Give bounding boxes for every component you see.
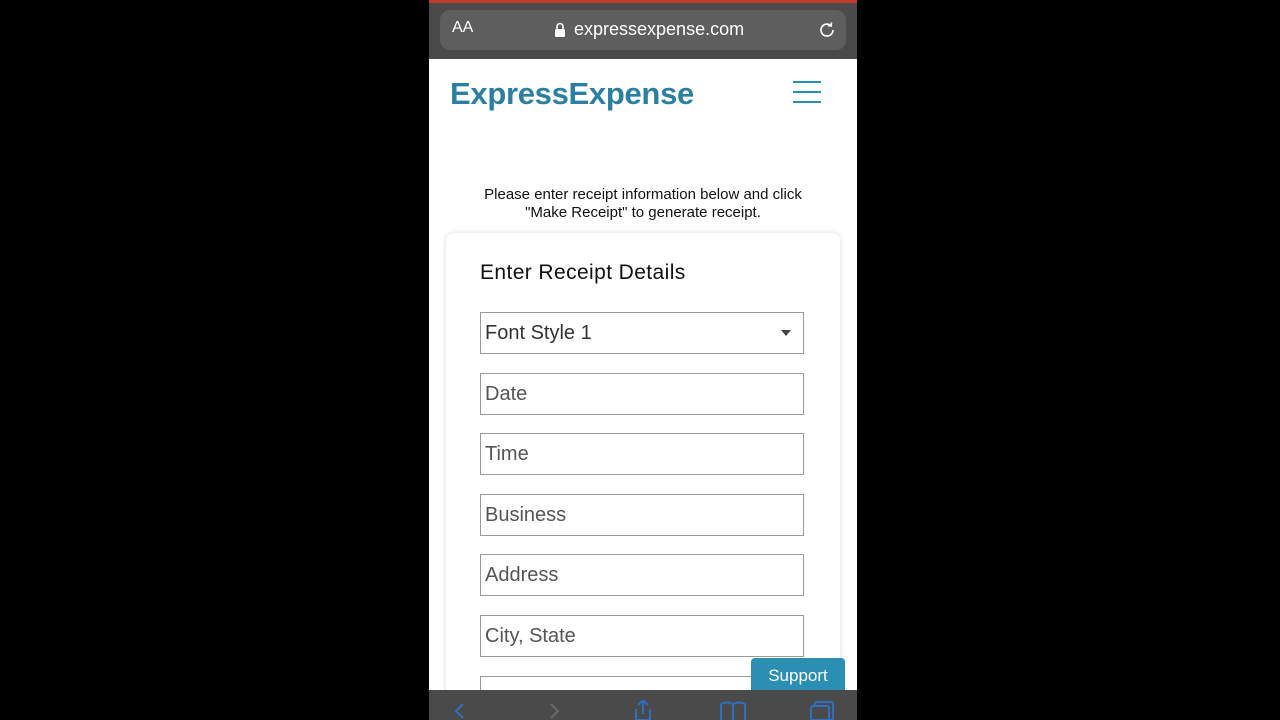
reload-icon[interactable] (817, 20, 837, 40)
date-field[interactable] (480, 373, 804, 415)
tabs-icon[interactable] (809, 700, 837, 720)
address-bar[interactable]: AA expressexpense.com (440, 10, 846, 50)
intro-line-2: "Make Receipt" to generate receipt. (525, 204, 761, 221)
url-text[interactable]: expressexpense.com (574, 19, 744, 40)
font-style-value: Font Style 1 (485, 322, 592, 344)
browser-chrome: AA expressexpense.com (429, 3, 857, 59)
back-arrow-icon[interactable] (453, 700, 467, 720)
site-logo[interactable]: ExpressExpense (450, 76, 694, 112)
lock-icon (555, 22, 565, 37)
bookmarks-icon[interactable] (719, 700, 747, 720)
city-state-input[interactable] (481, 616, 803, 656)
address-input[interactable] (481, 555, 803, 595)
business-field[interactable] (480, 494, 804, 536)
business-input[interactable] (481, 495, 803, 535)
phone-screen: AA expressexpense.com ExpressExpense Ple… (429, 0, 857, 720)
date-input[interactable] (481, 374, 803, 414)
intro-line-1: Please enter receipt information below a… (484, 186, 802, 203)
hamburger-menu-icon[interactable] (793, 81, 823, 105)
text-size-label: AA (452, 19, 474, 36)
time-input[interactable] (481, 434, 803, 474)
card-title: Enter Receipt Details (480, 261, 686, 284)
support-button[interactable]: Support (751, 658, 845, 694)
font-style-select[interactable]: Font Style 1 (480, 312, 804, 354)
forward-arrow-icon[interactable] (547, 700, 561, 720)
intro-text: Please enter receipt information below a… (441, 186, 845, 222)
city-state-field[interactable] (480, 615, 804, 657)
receipt-details-card: Enter Receipt Details Font Style 1 (446, 233, 840, 720)
chevron-down-icon (781, 330, 791, 336)
share-icon[interactable] (632, 700, 654, 720)
text-size-button[interactable]: AA (452, 19, 473, 37)
time-field[interactable] (480, 433, 804, 475)
site-header: ExpressExpense (429, 59, 857, 139)
address-field[interactable] (480, 554, 804, 596)
browser-toolbar (429, 690, 857, 720)
